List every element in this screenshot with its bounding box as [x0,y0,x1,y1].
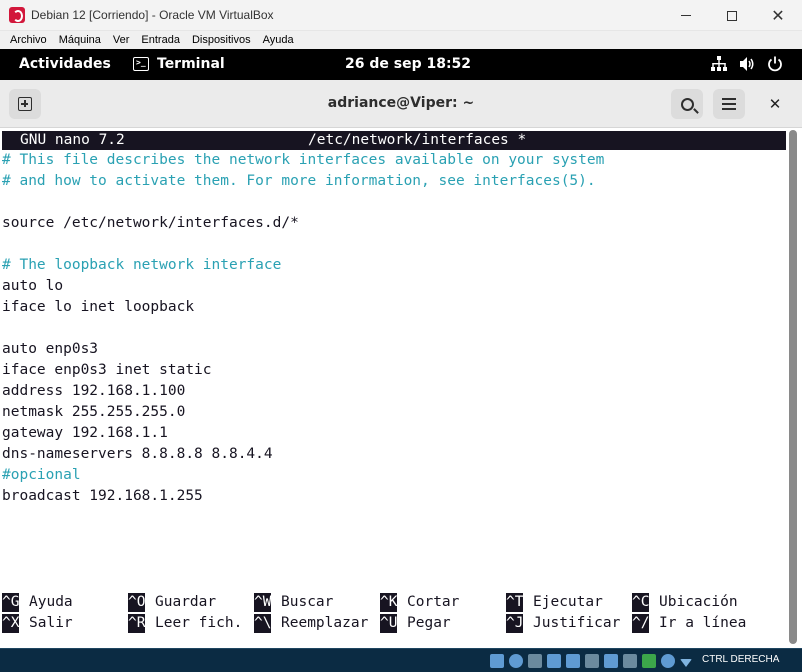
menu-maquina[interactable]: Máquina [53,34,107,46]
shortcut-key-replace: ^\ [254,614,272,633]
menu-ayuda[interactable]: Ayuda [257,34,300,46]
scrollbar-thumb[interactable] [789,130,797,644]
window-title: Debian 12 [Corriendo] - Oracle VM Virtua… [31,8,274,22]
gnome-top-bar: Actividades >_ Terminal 26 de sep 18:52 [0,49,802,80]
terminal-headerbar: adriance@Viper: ~ ✕ [0,80,802,128]
file-line: auto enp0s3 [2,341,99,357]
app-menu-terminal[interactable]: >_ Terminal [133,56,225,72]
network-adapter-icon[interactable] [547,654,561,668]
audio-icon[interactable] [528,654,542,668]
hard-disk-icon[interactable] [490,654,504,668]
shortcut-label-goto-line: Ir a línea [659,615,747,631]
menu-dispositivos[interactable]: Dispositivos [186,34,257,46]
nano-filename: /etc/network/interfaces * [308,132,527,148]
shortcut-key-paste: ^U [380,614,398,633]
close-terminal-button[interactable]: ✕ [765,94,785,114]
close-window-button[interactable]: ✕ [755,0,801,31]
maximize-icon [727,10,737,21]
volume-icon[interactable] [739,56,755,72]
file-line: # The loopback network interface [2,257,282,273]
vbox-titlebar: Debian 12 [Corriendo] - Oracle VM Virtua… [0,0,802,31]
clock[interactable]: 26 de sep 18:52 [345,56,471,72]
vbox-menubar: Archivo Máquina Ver Entrada Dispositivos… [0,31,802,49]
optical-drive-icon[interactable] [509,654,523,668]
menu-button[interactable] [713,89,745,119]
file-line: source /etc/network/interfaces.d/* [2,215,299,231]
shortcut-label-execute: Ejecutar [533,594,603,610]
usb-icon[interactable] [566,654,580,668]
file-line: # and how to activate them. For more inf… [2,173,596,189]
shortcut-key-cut: ^K [380,593,398,612]
virtualbox-logo-icon [9,7,25,23]
mouse-integration-icon[interactable] [661,654,675,668]
shortcut-key-exit: ^X [2,614,20,633]
file-line: netmask 255.255.255.0 [2,404,186,420]
shortcut-label-replace: Reemplazar [281,615,369,631]
file-line: # This file describes the network interf… [2,152,605,168]
shortcut-key-help: ^G [2,593,20,612]
shortcut-label-cut: Cortar [407,594,460,610]
menu-ver[interactable]: Ver [107,34,136,46]
hamburger-menu-icon [722,98,736,110]
shortcut-label-help: Ayuda [29,594,73,610]
nano-title-bar: GNU nano 7.2 /etc/network/interfaces * [2,131,786,150]
recording-icon[interactable] [623,654,637,668]
minimize-button[interactable] [663,0,709,31]
display-icon[interactable] [604,654,618,668]
terminal-scrollbar[interactable] [789,130,797,644]
minimize-icon [681,15,691,16]
terminal-icon: >_ [133,57,149,71]
maximize-button[interactable] [709,0,755,31]
power-icon[interactable] [767,56,783,72]
shortcut-key-location: ^C [632,593,650,612]
shortcut-label-save: Guardar [155,594,217,610]
shortcut-label-paste: Pegar [407,615,451,631]
file-line: #opcional [2,467,81,483]
vbox-statusbar: CTRL DERECHA [0,648,802,672]
terminal-content[interactable]: GNU nano 7.2 /etc/network/interfaces * #… [2,131,786,645]
shortcut-key-save: ^O [128,593,146,612]
shortcut-label-search: Buscar [281,594,334,610]
close-icon: ✕ [771,5,785,25]
file-line: iface lo inet loopback [2,299,195,315]
search-icon [680,97,694,111]
shortcut-label-location: Ubicación [659,594,738,610]
file-line: broadcast 192.168.1.255 [2,488,203,504]
file-line: iface enp0s3 inet static [2,362,212,378]
shortcut-key-read-file: ^R [128,614,146,633]
search-button[interactable] [671,89,703,119]
app-menu-label: Terminal [157,56,225,72]
nano-version: GNU nano 7.2 [20,132,125,148]
terminal-window: adriance@Viper: ~ ✕ GNU nano 7.2 /etc/ne… [0,80,802,648]
shortcut-label-read-file: Leer fich. [155,615,243,631]
cpu-activity-icon[interactable] [642,654,656,668]
shortcut-label-exit: Salir [29,615,73,631]
shortcut-key-justify: ^J [506,614,524,633]
shortcut-key-goto-line: ^/ [632,614,650,633]
shared-folders-icon[interactable] [585,654,599,668]
file-line: dns-nameservers 8.8.8.8 8.8.4.4 [2,446,273,462]
file-line: gateway 192.168.1.1 [2,425,168,441]
menu-archivo[interactable]: Archivo [4,34,53,46]
activities-button[interactable]: Actividades [19,56,111,72]
device-status-icons [490,653,697,669]
shortcut-key-execute: ^T [506,593,524,612]
network-icon[interactable] [711,56,727,72]
menu-entrada[interactable]: Entrada [135,34,186,46]
file-line: auto lo [2,278,64,294]
shortcut-key-search: ^W [254,593,272,612]
shortcut-label-justify: Justificar [533,615,621,631]
host-key-label: CTRL DERECHA [702,654,780,665]
host-key-arrow-icon [680,659,692,667]
file-line: address 192.168.1.100 [2,383,186,399]
